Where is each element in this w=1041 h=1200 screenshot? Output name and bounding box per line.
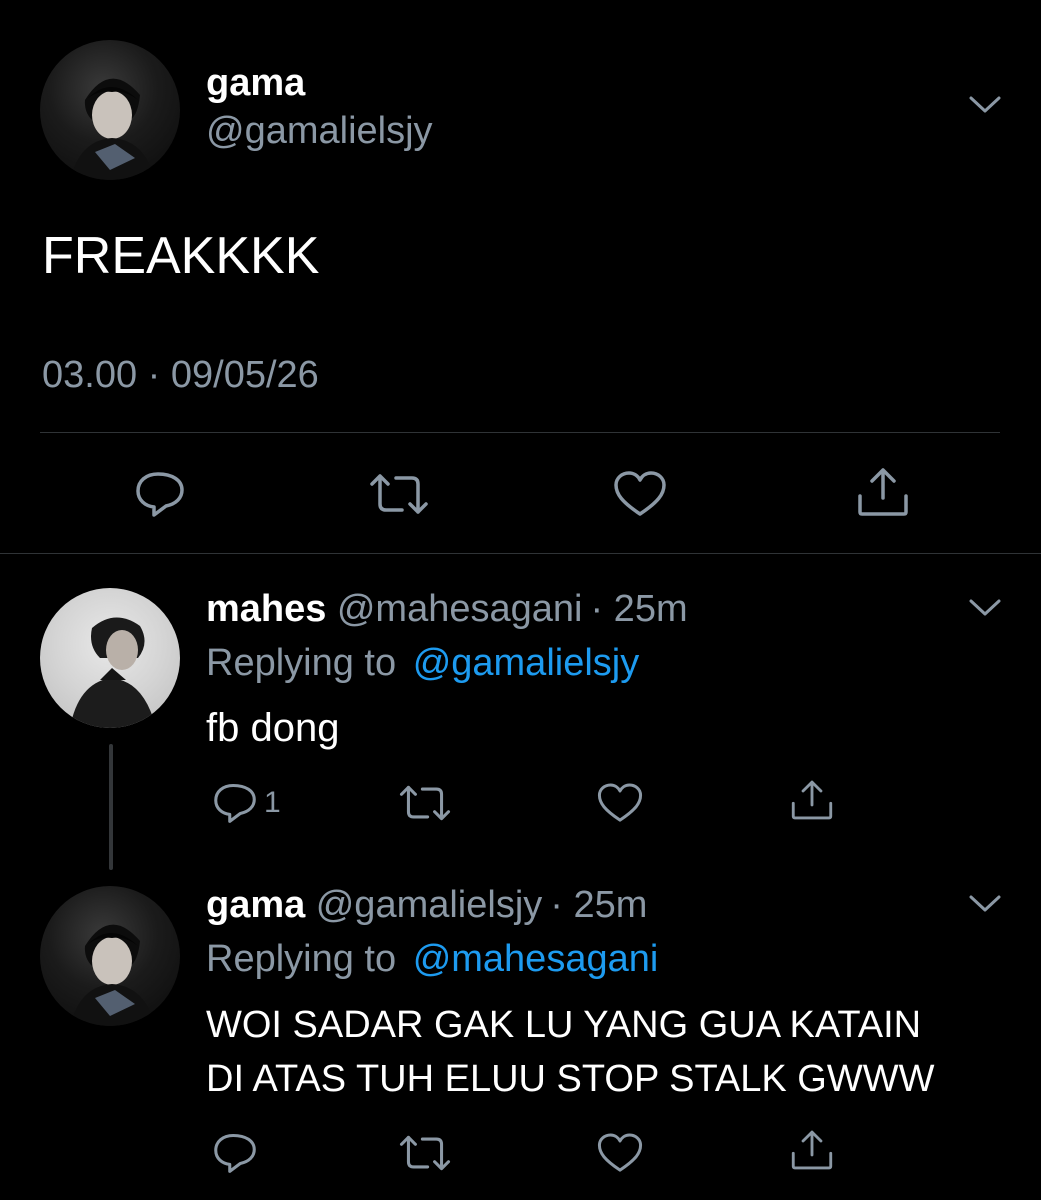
like-icon[interactable] [596,782,644,824]
tweet-text: FREAKKKK [42,227,320,285]
reply-header: mahes @mahesagani · 25m [206,588,688,631]
chevron-down-icon[interactable] [968,894,1002,914]
share-icon[interactable] [790,1128,834,1172]
reply-text-line-1: WOI SADAR GAK LU YANG GUA KATAIN [206,1004,922,1046]
reply-icon[interactable] [212,1132,258,1174]
reply-text-line-2: DI ATAS TUH ELUU STOP STALK GWWW [206,1058,935,1100]
like-icon[interactable] [596,1132,644,1174]
chevron-down-icon[interactable] [968,95,1002,115]
retweet-icon[interactable] [398,782,452,824]
reply-time[interactable]: · 25m [550,884,647,926]
reply-icon[interactable] [212,782,258,824]
like-icon[interactable] [612,470,668,518]
avatar-gama[interactable] [40,40,180,180]
chevron-down-icon[interactable] [968,598,1002,618]
avatar-mahes[interactable] [40,588,180,728]
share-icon[interactable] [790,778,834,822]
reply-time[interactable]: · 25m [590,588,687,630]
replying-to-label: Replying to [206,938,397,980]
avatar-gama[interactable] [40,886,180,1026]
reply-header: gama @gamalielsjy · 25m [206,884,647,927]
reply-icon[interactable] [134,470,186,518]
reply-author-name[interactable]: mahes [206,588,326,630]
reply-author-handle[interactable]: @gamalielsjy [316,884,543,926]
reply-text: fb dong [206,706,340,750]
replying-to-link[interactable]: @gamalielsjy [413,642,640,684]
tweet-timestamp[interactable]: 03.00 · 09/05/26 [42,354,319,397]
retweet-icon[interactable] [368,470,430,518]
retweet-icon[interactable] [398,1132,452,1174]
share-icon[interactable] [856,466,910,518]
divider [40,432,1000,433]
section-divider [0,553,1041,554]
replying-to-label: Replying to [206,642,397,684]
replying-to-link[interactable]: @mahesagani [413,938,659,980]
reply-author-name[interactable]: gama [206,884,305,926]
author-name[interactable]: gama [206,62,305,105]
replying-to: Replying to @gamalielsjy [206,642,639,685]
replying-to: Replying to @mahesagani [206,938,658,981]
author-handle[interactable]: @gamalielsjy [206,110,433,153]
reply-count: 1 [264,786,281,819]
thread-line [109,744,113,870]
reply-author-handle[interactable]: @mahesagani [337,588,583,630]
